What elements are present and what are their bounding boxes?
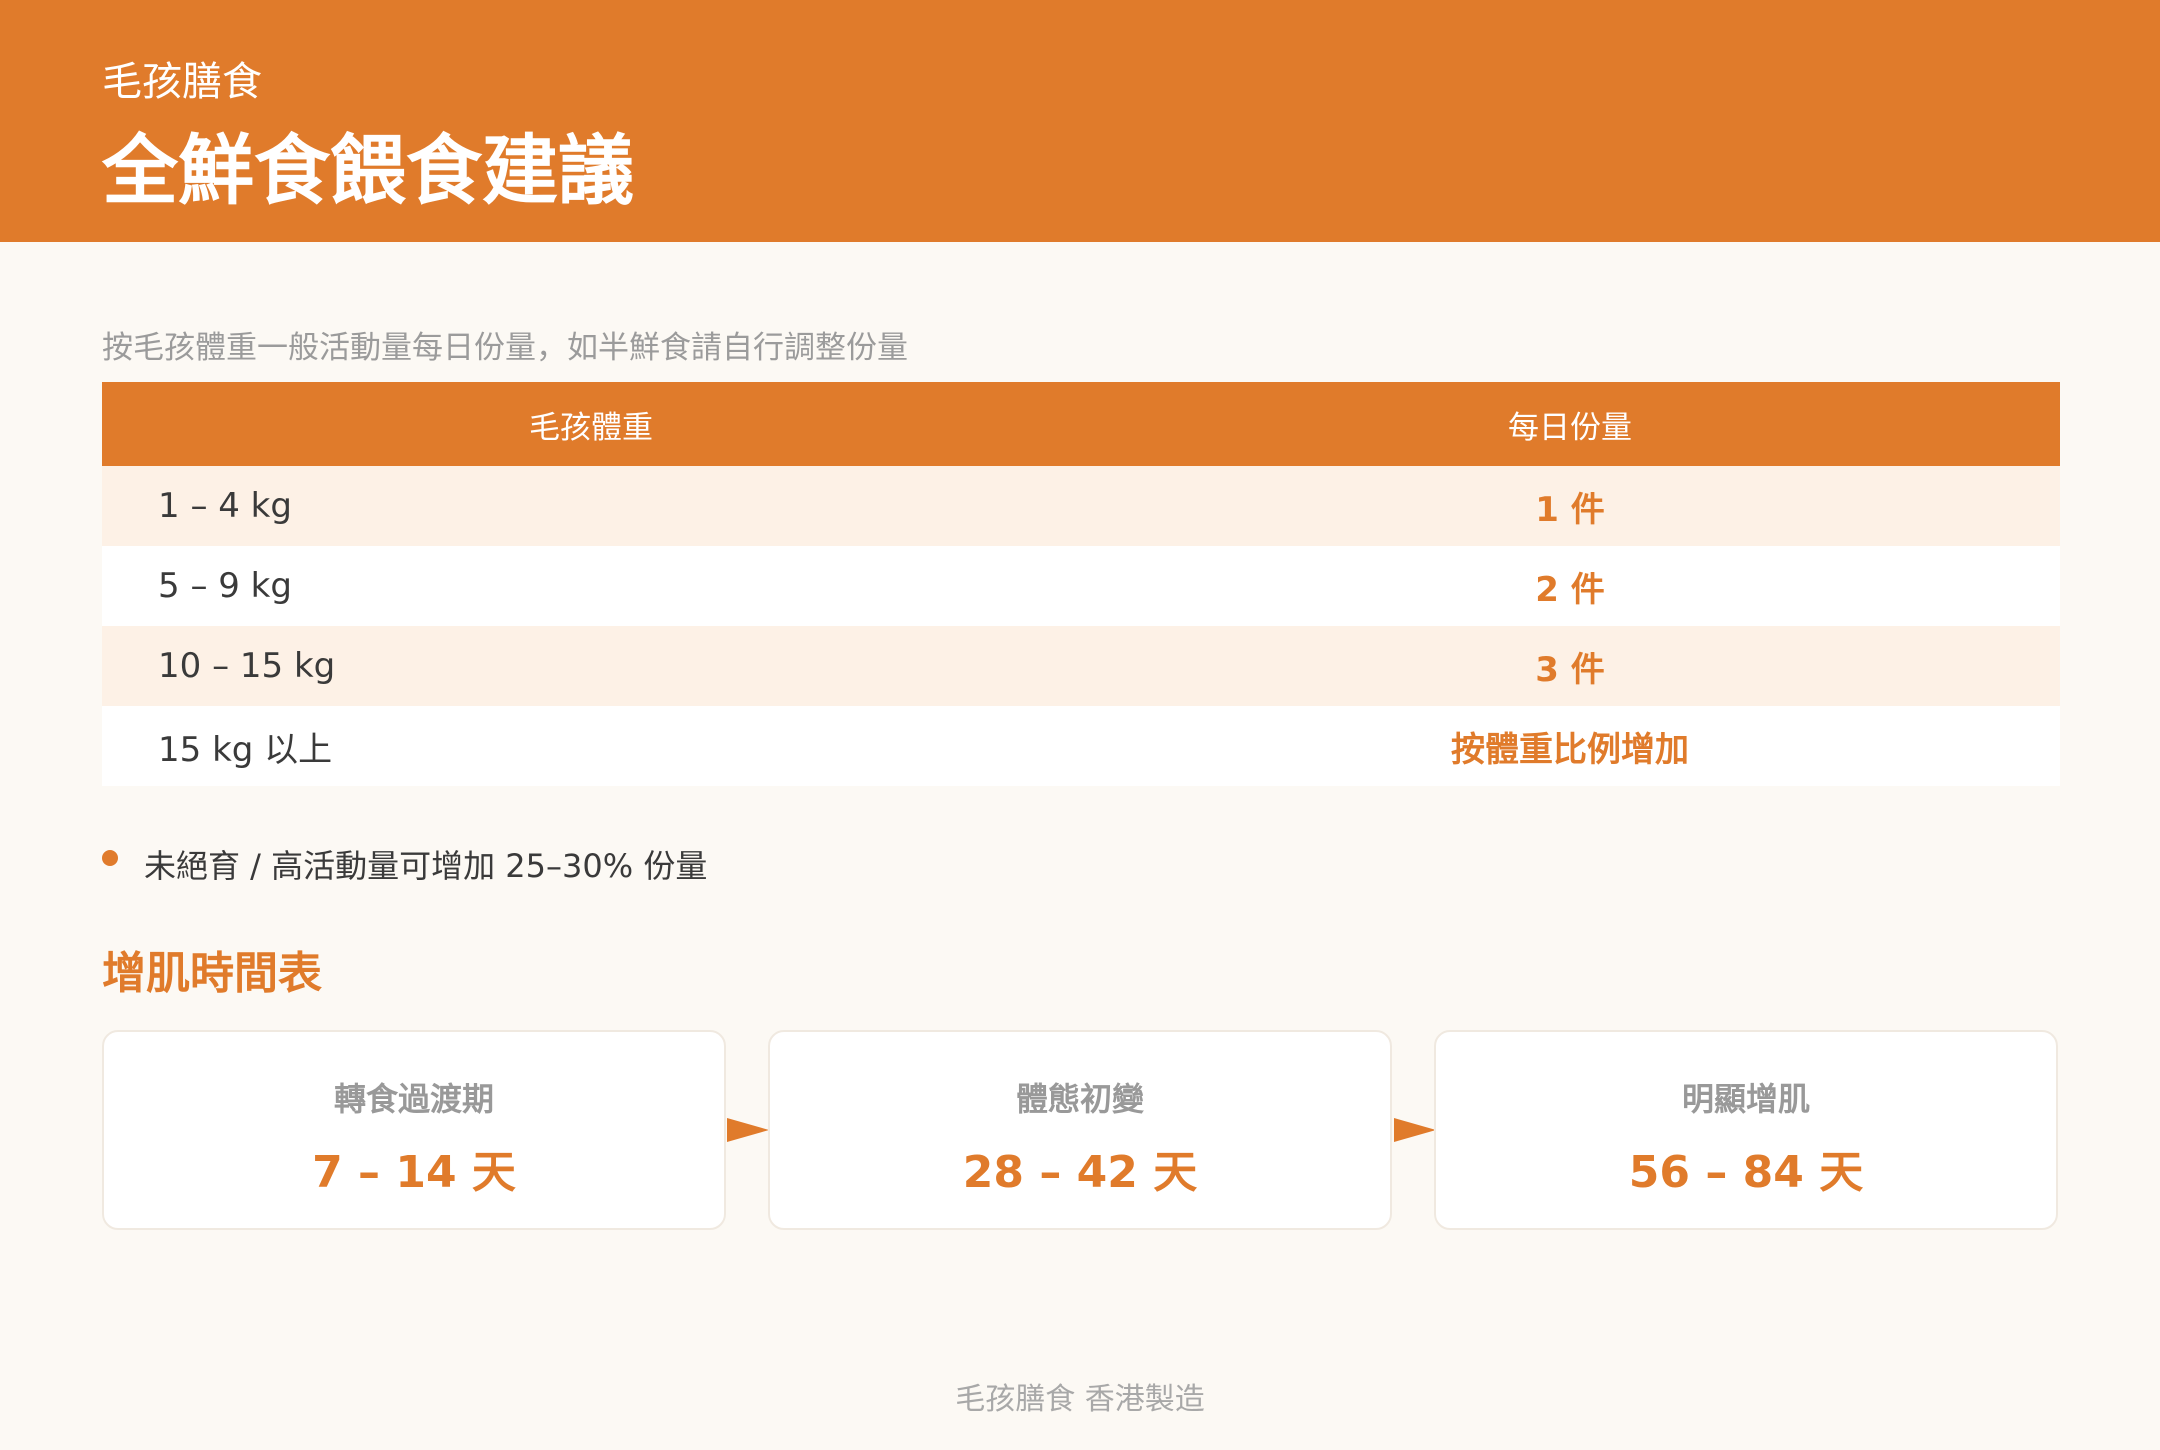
portion-cell: 1 件 [1535,489,1605,530]
table-row: 1 – 4 kg 1 件 [102,466,2060,546]
note-item: 未絕育 / 高活動量可增加 25–30% 份量 [102,840,707,888]
table-row: 5 – 9 kg 2 件 [102,546,2060,626]
table-header-row: 毛孩體重 每日份量 [102,382,2060,466]
weight-cell: 15 kg 以上 [158,729,333,770]
timeline-card-visible-gain: 明顯增肌 56 – 84 天 [1434,1030,2058,1230]
note-text: 未絕育 / 高活動量可增加 25–30% 份量 [144,847,708,885]
portion-table: 毛孩體重 每日份量 1 – 4 kg 1 件 5 – 9 kg 2 件 10 –… [102,382,2060,786]
timeline-card-transition: 轉食過渡期 7 – 14 天 [102,1030,726,1230]
stage-duration: 28 – 42 天 [962,1147,1198,1198]
weight-cell: 1 – 4 kg [158,486,292,526]
header-banner: 毛孩膳食 全鮮食餵食建議 [0,0,2160,242]
portion-cell: 按體重比例增加 [1451,729,1689,770]
weight-cell: 10 – 15 kg [158,646,336,686]
column-header-weight: 毛孩體重 [529,409,653,446]
brand-name: 毛孩膳食 [102,59,262,105]
stage-label: 轉食過渡期 [333,1080,494,1118]
stage-label: 明顯增肌 [1681,1080,1810,1118]
table-row: 10 – 15 kg 3 件 [102,626,2060,706]
arrow-right-icon [1394,1118,1436,1142]
bullet-dot-icon [102,850,118,866]
portion-cell: 2 件 [1535,569,1605,610]
weight-cell: 5 – 9 kg [158,566,292,606]
stage-duration: 7 – 14 天 [312,1147,516,1198]
stage-label: 體態初變 [1015,1080,1144,1118]
stage-duration: 56 – 84 天 [1628,1147,1864,1198]
column-header-portion: 每日份量 [1508,409,1632,446]
arrow-right-icon [727,1118,769,1142]
table-caption: 按毛孩體重一般活動量每日份量，如半鮮食請自行調整份量 [102,330,908,366]
timeline-card-initial-change: 體態初變 28 – 42 天 [768,1030,1392,1230]
table-row: 15 kg 以上 按體重比例增加 [102,706,2060,786]
section-title: 增肌時間表 [102,948,322,999]
page-title: 全鮮食餵食建議 [102,126,634,215]
footer-text: 毛孩膳食 香港製造 [955,1382,1205,1417]
portion-cell: 3 件 [1535,649,1605,690]
